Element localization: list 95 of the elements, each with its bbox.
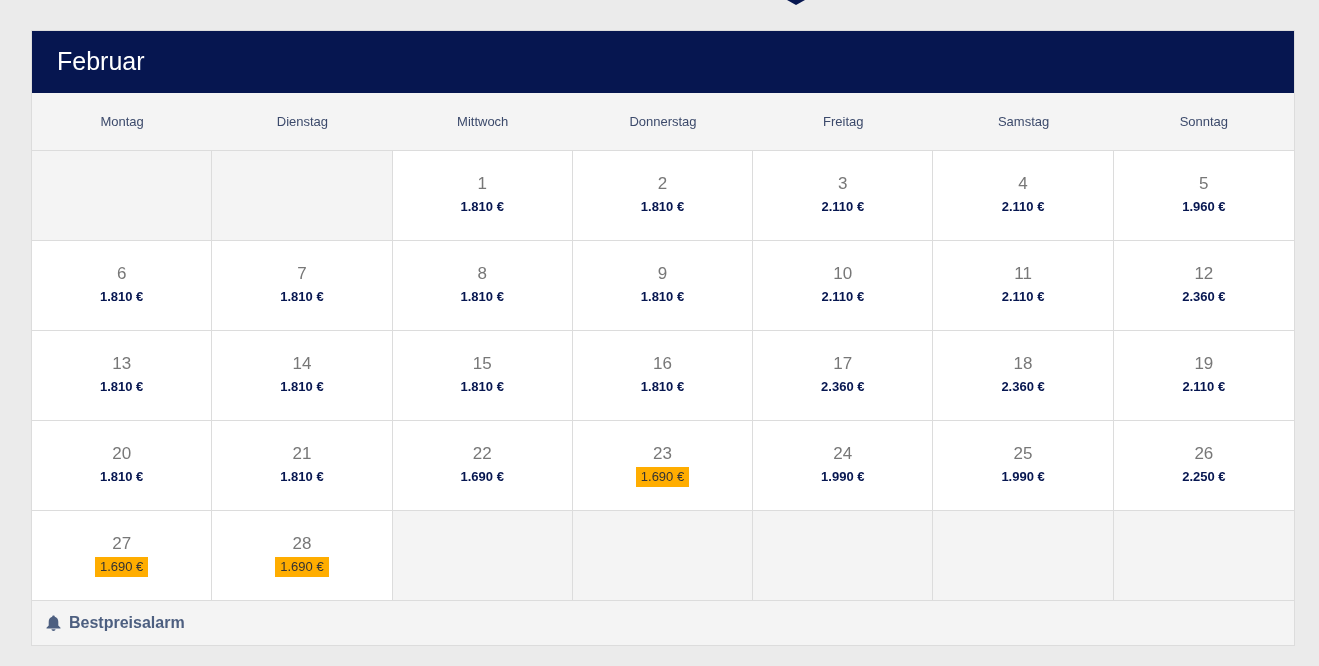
day-cell[interactable]: 27 1.690 € [32, 511, 213, 601]
day-number: 22 [472, 443, 492, 465]
day-price: 2.110 € [821, 288, 865, 306]
day-price: 2.360 € [821, 378, 865, 396]
day-cell[interactable]: 28 1.690 € [212, 511, 393, 601]
best-price-alarm-button[interactable]: Bestpreisalarm [46, 611, 185, 635]
day-price: 2.250 € [1182, 468, 1226, 486]
weekday-label: Montag [100, 112, 144, 131]
day-cell[interactable]: 6 1.810 € [32, 241, 213, 331]
day-number: 12 [1194, 263, 1214, 285]
day-number: 10 [833, 263, 853, 285]
day-number: 1 [477, 173, 487, 195]
day-number: 6 [116, 263, 127, 285]
day-cell[interactable]: 23 1.690 € [572, 421, 754, 511]
day-number: 14 [292, 353, 312, 375]
day-price: 1.810 € [460, 288, 504, 306]
day-cell[interactable]: 5 1.960 € [1113, 151, 1294, 241]
day-price: 1.810 € [99, 288, 144, 306]
day-number: 4 [1018, 173, 1028, 195]
day-cell[interactable]: 16 1.810 € [572, 331, 754, 421]
day-number: 21 [292, 443, 312, 465]
weekday-label: Donnerstag [629, 112, 697, 131]
day-number: 11 [1014, 263, 1032, 285]
day-number: 7 [297, 263, 307, 285]
day-number: 3 [838, 173, 848, 195]
day-number: 15 [472, 353, 492, 375]
day-price: 2.110 € [1001, 198, 1045, 216]
pointer-icon [787, 0, 805, 5]
day-number: 2 [657, 173, 668, 195]
day-cell[interactable]: 13 1.810 € [32, 331, 213, 421]
day-price: 1.810 € [640, 378, 685, 396]
day-cell[interactable]: 8 1.810 € [392, 241, 573, 331]
day-number: 19 [1194, 353, 1214, 375]
day-price: 2.110 € [1182, 378, 1226, 396]
day-cell[interactable]: 24 1.990 € [753, 421, 934, 511]
day-price: 2.360 € [1182, 288, 1226, 306]
day-price: 1.690 € [94, 557, 149, 577]
weekday-label: Samstag [997, 112, 1050, 131]
day-cell[interactable]: 25 1.990 € [933, 421, 1114, 511]
bell-icon [46, 615, 61, 631]
day-cell[interactable]: 14 1.810 € [212, 331, 393, 421]
day-price: 1.810 € [460, 198, 504, 216]
day-cell[interactable]: 12 2.360 € [1113, 241, 1294, 331]
day-price: 1.810 € [280, 288, 324, 306]
day-cell[interactable]: 9 1.810 € [572, 241, 754, 331]
day-price: 1.990 € [821, 468, 865, 486]
day-cell[interactable]: 20 1.810 € [32, 421, 213, 511]
day-price: 1.810 € [280, 468, 324, 486]
day-cell[interactable]: 22 1.690 € [392, 421, 573, 511]
day-number: 25 [1013, 443, 1033, 465]
weekday-label: Freitag [823, 112, 864, 131]
day-price: 1.810 € [640, 198, 685, 216]
day-cell[interactable]: 18 2.360 € [933, 331, 1114, 421]
day-price: 1.690 € [460, 468, 504, 486]
day-cell[interactable]: 2 1.810 € [572, 151, 754, 241]
day-cell[interactable]: 7 1.810 € [212, 241, 393, 331]
day-cell[interactable]: 17 2.360 € [753, 331, 934, 421]
weekday-label: Sonntag [1179, 112, 1229, 131]
day-price: 1.960 € [1182, 198, 1226, 216]
day-price: 1.690 € [635, 467, 690, 487]
day-number: 9 [657, 263, 668, 285]
day-cell[interactable]: 15 1.810 € [392, 331, 573, 421]
day-price: 1.810 € [460, 378, 504, 396]
day-price: 1.810 € [99, 378, 144, 396]
day-number: 24 [833, 443, 853, 465]
day-cell[interactable]: 21 1.810 € [212, 421, 393, 511]
weekday-label: Dienstag [276, 112, 329, 131]
day-number: 20 [112, 443, 132, 465]
day-cell[interactable]: 11 2.110 € [933, 241, 1114, 331]
day-cell[interactable]: 19 2.110 € [1113, 331, 1294, 421]
day-number: 18 [1013, 353, 1033, 375]
day-number: 8 [477, 263, 487, 285]
day-price: 1.810 € [99, 468, 144, 486]
day-price: 2.360 € [1001, 378, 1045, 396]
month-title: Februar [57, 46, 145, 78]
day-price: 1.810 € [280, 378, 324, 396]
day-number: 13 [112, 353, 132, 375]
day-cell[interactable]: 26 2.250 € [1113, 421, 1294, 511]
day-price: 2.110 € [821, 198, 865, 216]
day-number: 26 [1194, 443, 1214, 465]
day-number: 28 [292, 533, 312, 555]
day-price: 1.690 € [275, 557, 329, 577]
day-number: 23 [653, 443, 672, 465]
day-cell[interactable]: 3 2.110 € [753, 151, 934, 241]
day-number: 5 [1199, 173, 1209, 195]
day-price: 1.810 € [640, 288, 685, 306]
weekday-label: Mittwoch [457, 112, 509, 131]
day-cell[interactable]: 4 2.110 € [933, 151, 1114, 241]
day-number: 27 [112, 533, 132, 555]
day-price: 1.990 € [1001, 468, 1045, 486]
day-number: 16 [653, 353, 672, 375]
day-number: 17 [833, 353, 853, 375]
day-cell[interactable]: 1 1.810 € [392, 151, 573, 241]
day-price: 2.110 € [1001, 288, 1045, 306]
day-cell[interactable]: 10 2.110 € [753, 241, 934, 331]
